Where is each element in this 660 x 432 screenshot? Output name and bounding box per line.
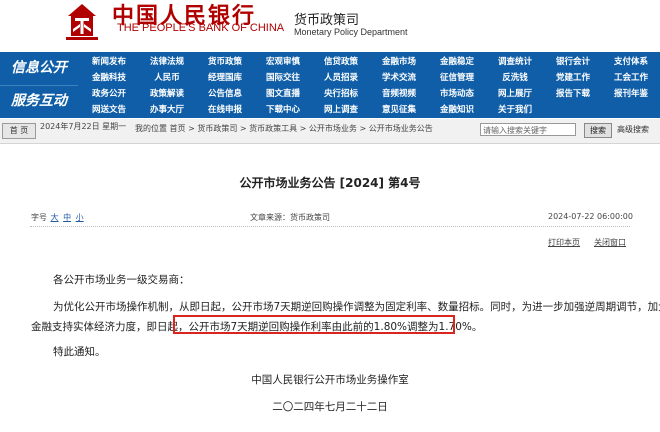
nav-item[interactable]: 在线申报 [196, 102, 254, 118]
nav-item[interactable]: 金融知识 [428, 102, 486, 118]
article-datetime: 2024-07-22 06:00:00 [548, 212, 633, 221]
nav-item[interactable]: 央行招标 [312, 86, 370, 102]
nav-row-2: 金融科技 人民币 经理国库 国际交往 人员招录 学术交流 征信管理 反洗钱 党建… [80, 70, 660, 86]
advanced-search-link[interactable]: 高级搜索 [617, 124, 649, 135]
pboc-emblem-icon [66, 4, 98, 40]
nav-item[interactable]: 报告下载 [544, 86, 602, 102]
font-size-medium[interactable]: 中 [63, 213, 71, 222]
page-title: 公开市场业务公告 [2024] 第4号 [239, 176, 421, 190]
nav-item[interactable]: 经理国库 [196, 70, 254, 86]
nav-item[interactable]: 网送文告 [80, 102, 138, 118]
font-size-small[interactable]: 小 [76, 213, 84, 222]
nav-item[interactable]: 支付体系 [602, 54, 660, 70]
nav-item[interactable]: 党建工作 [544, 70, 602, 86]
font-size-label: 字号 [31, 213, 47, 222]
body-text: 金融支持实体经济力度，即日起， [31, 321, 189, 333]
nav-item[interactable]: 网上展厅 [486, 86, 544, 102]
highlight-box [173, 315, 455, 334]
salutation: 各公开市场业务一级交易商： [53, 274, 190, 286]
body-paragraph-line-1: 为优化公开市场操作机制，从即日起，公开市场7天期逆回购操作调整为固定利率、数量招… [53, 301, 660, 313]
nav-item[interactable]: 金融稳定 [428, 54, 486, 70]
nav-item[interactable]: 法律法规 [138, 54, 196, 70]
nav-item[interactable]: 人民币 [138, 70, 196, 86]
nav-item[interactable]: 下载中心 [254, 102, 312, 118]
nav-rows: 新闻发布 法律法规 货币政策 宏观审慎 信贷政策 金融市场 金融稳定 调查统计 … [80, 54, 660, 118]
nav-item[interactable]: 反洗钱 [486, 70, 544, 86]
signature-date: 二〇二四年七月二十二日 [272, 401, 388, 413]
search-input[interactable]: 请输入搜索关键字 [480, 123, 576, 136]
nav-item[interactable]: 调查统计 [486, 54, 544, 70]
nav-item[interactable]: 报刊年鉴 [602, 86, 660, 102]
signature: 中国人民银行公开市场业务操作室 [251, 374, 409, 386]
site-header: 中国人民银行 THE PEOPLE'S BANK OF CHINA 货币政策司 … [0, 0, 660, 52]
dept-name-en: Monetary Policy Department [294, 27, 408, 37]
nav-item[interactable]: 银行会计 [544, 54, 602, 70]
closing-remark: 特此通知。 [53, 346, 106, 358]
nav-item[interactable]: 金融科技 [80, 70, 138, 86]
print-page-link[interactable]: 打印本页 [548, 237, 580, 248]
nav-item[interactable]: 意见征集 [370, 102, 428, 118]
nav-item[interactable]: 征信管理 [428, 70, 486, 86]
nav-item[interactable]: 金融市场 [370, 54, 428, 70]
nav-item[interactable]: 网上调查 [312, 102, 370, 118]
search-button[interactable]: 搜索 [584, 123, 612, 138]
nav-item[interactable]: 市场动态 [428, 86, 486, 102]
nav-label-info-disclosure[interactable]: 信息公开 [0, 52, 78, 86]
bank-name-en: THE PEOPLE'S BANK OF CHINA [117, 22, 285, 34]
nav-row-4: 网送文告 办事大厅 在线申报 下载中心 网上调查 意见征集 金融知识 关于我们 [80, 102, 660, 118]
nav-item[interactable]: 宏观审慎 [254, 54, 312, 70]
font-size-selector: 字号 大 中 小 [31, 212, 85, 223]
nav-item[interactable]: 办事大厅 [138, 102, 196, 118]
nav-item[interactable]: 政务公开 [80, 86, 138, 102]
nav-row-3: 政务公开 政策解读 公告信息 图文直播 央行招标 音频视频 市场动态 网上展厅 … [80, 86, 660, 102]
nav-item[interactable]: 公告信息 [196, 86, 254, 102]
nav-item[interactable]: 货币政策 [196, 54, 254, 70]
nav-item[interactable]: 信贷政策 [312, 54, 370, 70]
nav-item[interactable]: 关于我们 [486, 102, 544, 118]
current-date: 2024年7月22日 星期一 [40, 122, 127, 131]
nav-item[interactable]: 新闻发布 [80, 54, 138, 70]
article-source: 文章来源：货币政策司 [250, 213, 330, 222]
nav-item[interactable]: 人员招录 [312, 70, 370, 86]
breadcrumb-bar: 首 页 2024年7月22日 星期一 我的位置 首页 > 货币政策司 > 货币政… [0, 119, 660, 144]
home-button[interactable]: 首 页 [2, 123, 36, 139]
divider [30, 226, 630, 227]
font-size-large[interactable]: 大 [51, 213, 59, 222]
nav-item[interactable]: 工会工作 [602, 70, 660, 86]
nav-item[interactable]: 图文直播 [254, 86, 312, 102]
nav-label-service-interaction[interactable]: 服务互动 [0, 85, 78, 118]
nav-row-1: 新闻发布 法律法规 货币政策 宏观审慎 信贷政策 金融市场 金融稳定 调查统计 … [80, 54, 660, 70]
nav-item[interactable]: 音频视频 [370, 86, 428, 102]
nav-item[interactable]: 政策解读 [138, 86, 196, 102]
nav-item[interactable]: 学术交流 [370, 70, 428, 86]
nav-item[interactable]: 国际交往 [254, 70, 312, 86]
close-window-link[interactable]: 关闭窗口 [594, 237, 626, 248]
dept-name-cn: 货币政策司 [294, 13, 360, 28]
breadcrumb[interactable]: 我的位置 首页 > 货币政策司 > 货币政策工具 > 公开市场业务 > 公开市场… [135, 123, 433, 134]
main-nav: 信息公开 服务互动 新闻发布 法律法规 货币政策 宏观审慎 信贷政策 金融市场 … [0, 52, 660, 118]
